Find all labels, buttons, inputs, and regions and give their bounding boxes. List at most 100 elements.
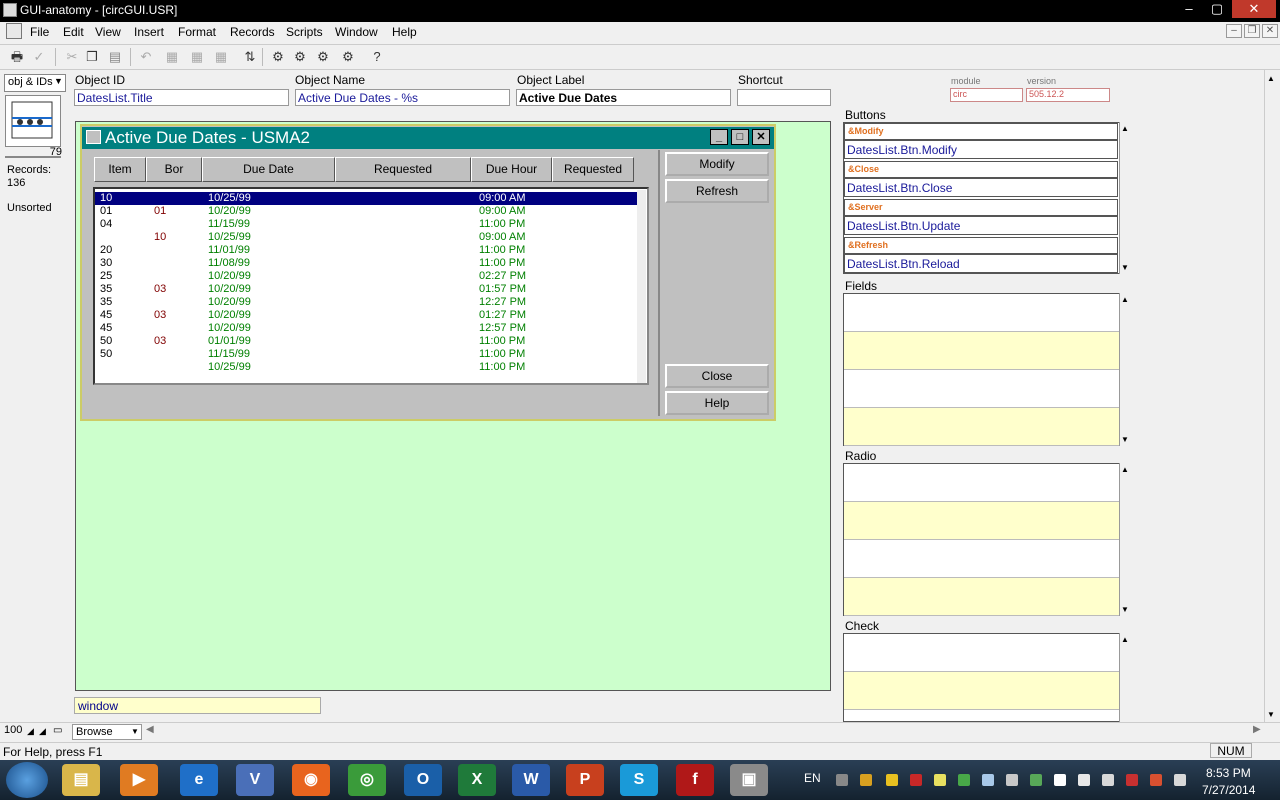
list-item[interactable] xyxy=(844,464,1119,502)
menu-file[interactable]: File xyxy=(30,25,49,39)
list-row[interactable]: 45 10/20/99 12:57 PM xyxy=(95,322,637,335)
zoom-out-icon[interactable]: ◢ xyxy=(27,726,34,737)
cut-icon[interactable]: ✂ xyxy=(62,47,82,67)
scroll-down-icon[interactable]: ▼ xyxy=(1121,435,1129,444)
list-row[interactable]: 25 10/20/99 02:27 PM xyxy=(95,270,637,283)
mdi-close-button[interactable]: ✕ xyxy=(1262,24,1278,38)
tray-shield-icon[interactable] xyxy=(860,774,872,786)
fields-scrollbar[interactable] xyxy=(1119,293,1131,446)
list-row[interactable]: 01 01 10/20/99 09:00 AM xyxy=(95,205,637,218)
shortcut-field[interactable] xyxy=(737,89,831,106)
dialog-minimize-button[interactable]: _ xyxy=(710,129,728,145)
column-header-item[interactable]: Item xyxy=(94,157,146,182)
skype-icon[interactable]: S xyxy=(620,764,658,796)
list-row[interactable]: 04 11/15/99 11:00 PM xyxy=(95,218,637,231)
clock-date[interactable]: 7/27/2014 xyxy=(1202,783,1255,797)
layout-tool-icon-2[interactable]: ⚙ xyxy=(290,47,310,67)
undo-icon[interactable]: ↶ xyxy=(136,47,156,67)
scroll-up-icon[interactable]: ▲ xyxy=(1121,465,1129,474)
delete-record-icon[interactable]: ▦ xyxy=(211,47,231,67)
visio-icon[interactable]: V xyxy=(236,764,274,796)
zoom-level[interactable]: 100 xyxy=(4,724,22,736)
chrome-icon[interactable]: ◎ xyxy=(348,764,386,796)
object-type-field[interactable]: window xyxy=(74,697,321,714)
list-item[interactable] xyxy=(844,332,1119,370)
scroll-right-icon[interactable]: ▶ xyxy=(1253,724,1261,735)
word-icon[interactable]: W xyxy=(512,764,550,796)
tray-device-icon[interactable] xyxy=(1006,774,1018,786)
list-item[interactable] xyxy=(844,634,1119,672)
modify-button[interactable]: Modify xyxy=(665,152,769,176)
list-row[interactable]: 10 10/25/99 09:00 AM xyxy=(95,231,637,244)
list-row[interactable]: 30 11/08/99 11:00 PM xyxy=(95,257,637,270)
menu-view[interactable]: View xyxy=(95,25,121,39)
sort-icon[interactable]: ⇅ xyxy=(240,47,260,67)
layout-tool-icon-4[interactable]: ⚙ xyxy=(338,47,358,67)
list-item[interactable] xyxy=(844,370,1119,408)
print-icon[interactable]: 🖶 xyxy=(7,47,27,67)
version-field[interactable]: 505.12.2 xyxy=(1026,88,1110,102)
list-row[interactable]: 45 03 10/20/99 01:27 PM xyxy=(95,309,637,322)
clock-time[interactable]: 8:53 PM xyxy=(1206,766,1251,780)
menu-format[interactable]: Format xyxy=(178,25,216,39)
list-item[interactable] xyxy=(844,540,1119,578)
powerpoint-icon[interactable]: P xyxy=(566,764,604,796)
scroll-up-icon[interactable]: ▲ xyxy=(1267,74,1275,83)
volume-muted-icon[interactable] xyxy=(1126,774,1138,786)
mdi-minimize-button[interactable]: – xyxy=(1226,24,1242,38)
copy-icon[interactable]: ❐ xyxy=(82,47,102,67)
excel-icon[interactable]: X xyxy=(458,764,496,796)
object-name-field[interactable]: Active Due Dates - %s xyxy=(295,89,510,106)
list-item[interactable] xyxy=(844,502,1119,540)
record-slider[interactable] xyxy=(5,156,61,158)
tray-box-icon[interactable] xyxy=(836,774,848,786)
media-player-icon[interactable]: ▶ xyxy=(120,764,158,796)
tray-flag-icon[interactable] xyxy=(1150,774,1162,786)
menu-window[interactable]: Window xyxy=(335,25,378,39)
menu-records[interactable]: Records xyxy=(230,25,275,39)
column-header-requested-2[interactable]: Requested xyxy=(552,157,634,182)
layout-tool-icon[interactable]: ⚙ xyxy=(268,47,288,67)
list-item[interactable] xyxy=(844,578,1119,616)
tray-sync-icon[interactable] xyxy=(958,774,970,786)
object-id-field[interactable]: DatesList.Title xyxy=(74,89,289,106)
menu-help[interactable]: Help xyxy=(392,25,417,39)
status-area-icon[interactable]: ▭ xyxy=(53,725,62,736)
scroll-up-icon[interactable]: ▲ xyxy=(1121,124,1129,133)
internet-explorer-icon[interactable]: e xyxy=(180,764,218,796)
mdi-restore-button[interactable]: ❐ xyxy=(1244,24,1260,38)
file-explorer-icon[interactable]: ▤ xyxy=(62,764,100,796)
scroll-up-icon[interactable]: ▲ xyxy=(1121,295,1129,304)
flash-icon[interactable]: f xyxy=(676,764,714,796)
dialog-maximize-button[interactable]: □ xyxy=(731,129,749,145)
new-record-icon[interactable]: ▦ xyxy=(162,47,182,67)
app-taskbar-icon[interactable]: ▣ xyxy=(730,764,768,796)
zoom-in-icon[interactable]: ◢ xyxy=(39,726,46,737)
duplicate-record-icon[interactable]: ▦ xyxy=(187,47,207,67)
column-header-requested[interactable]: Requested xyxy=(335,157,471,182)
tray-folder-icon[interactable] xyxy=(886,774,898,786)
outlook-icon[interactable]: O xyxy=(404,764,442,796)
list-item[interactable] xyxy=(844,408,1119,446)
window-vertical-scrollbar[interactable] xyxy=(1264,70,1279,722)
book-icon[interactable] xyxy=(5,95,61,147)
tray-power-icon[interactable] xyxy=(1174,774,1186,786)
paste-icon[interactable]: ▤ xyxy=(105,47,125,67)
tray-notes-icon[interactable] xyxy=(934,774,946,786)
tray-security-icon[interactable] xyxy=(910,774,922,786)
tray-update-icon[interactable] xyxy=(1030,774,1042,786)
minimize-button[interactable]: – xyxy=(1175,0,1203,18)
check-scrollbar[interactable] xyxy=(1119,633,1131,722)
object-label-field[interactable]: Active Due Dates xyxy=(516,89,731,106)
module-field[interactable]: circ xyxy=(950,88,1023,102)
tray-usb-icon[interactable] xyxy=(1078,774,1090,786)
column-header-due-hour[interactable]: Due Hour xyxy=(471,157,552,182)
scroll-down-icon[interactable]: ▼ xyxy=(1267,710,1275,719)
radio-scrollbar[interactable] xyxy=(1119,463,1131,616)
column-header-due-date[interactable]: Due Date xyxy=(202,157,335,182)
scroll-up-icon[interactable]: ▲ xyxy=(1121,635,1129,644)
dialog-close-action-button[interactable]: Close xyxy=(665,364,769,388)
list-item[interactable] xyxy=(844,672,1119,710)
list-item[interactable] xyxy=(844,294,1119,332)
signal-icon[interactable] xyxy=(1102,774,1114,786)
